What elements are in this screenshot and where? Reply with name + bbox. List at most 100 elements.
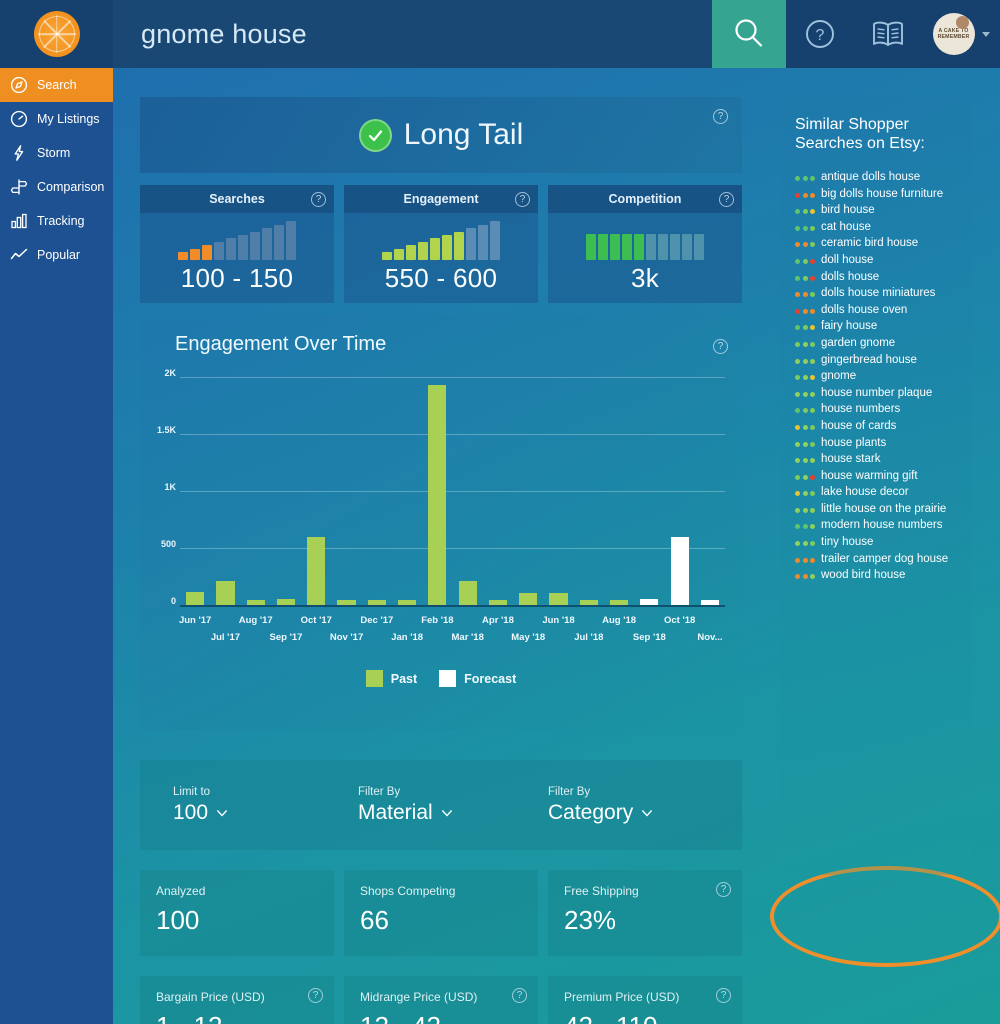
similar-search-item[interactable]: dolls house miniatures [795, 286, 961, 302]
chart-bar-column[interactable] [241, 377, 271, 605]
stat-card: Shops Competing 66 [344, 870, 538, 956]
question-circle-icon[interactable]: ? [515, 192, 530, 207]
score-dots-icon [795, 419, 815, 430]
chart-x-tick-label: Sep '17 [269, 632, 303, 643]
chart-legend-item: Forecast [439, 670, 516, 687]
chevron-down-icon [441, 807, 453, 819]
score-dot [810, 225, 815, 231]
chart-bar-column[interactable] [513, 377, 543, 605]
chart-bar-column[interactable] [453, 377, 483, 605]
chart-bar-column[interactable] [362, 377, 392, 605]
chart-bar-column[interactable] [483, 377, 513, 605]
score-dot [802, 557, 808, 563]
chart-bar-column[interactable] [271, 377, 301, 605]
similar-search-item[interactable]: house stark [795, 452, 961, 468]
help-button[interactable]: ? [786, 0, 854, 68]
similar-search-item[interactable]: dolls house [795, 270, 961, 286]
similar-search-item[interactable]: house numbers [795, 402, 961, 418]
chart-bar-column[interactable] [695, 377, 725, 605]
chart-bar-column[interactable] [634, 377, 664, 605]
sidebar-item-comparison[interactable]: Comparison [0, 170, 113, 204]
chart-bar [549, 593, 568, 605]
similar-search-item[interactable]: lake house decor [795, 485, 961, 501]
similar-search-item[interactable]: gingerbread house [795, 353, 961, 369]
question-circle-icon[interactable]: ? [311, 192, 326, 207]
similar-search-item[interactable]: house of cards [795, 419, 961, 435]
chart-bar-column[interactable] [422, 377, 452, 605]
similar-search-item[interactable]: tiny house [795, 535, 961, 551]
gauge-bar [610, 234, 620, 260]
score-dot [802, 441, 808, 447]
chart-legend-swatch [365, 670, 383, 687]
score-dot [795, 308, 800, 314]
question-circle-icon[interactable]: ? [308, 988, 323, 1003]
similar-search-item[interactable]: trailer camper dog house [795, 552, 961, 568]
similar-search-item[interactable]: modern house numbers [795, 518, 961, 534]
similar-search-item[interactable]: big dolls house furniture [795, 187, 961, 203]
similar-search-label: modern house numbers [821, 519, 943, 532]
score-dot [795, 341, 800, 347]
chart-bar-column[interactable] [574, 377, 604, 605]
filter-dropdown[interactable]: Filter By Category [548, 786, 738, 825]
similar-search-item[interactable]: ceramic bird house [795, 236, 961, 252]
similar-search-item[interactable]: doll house [795, 253, 961, 269]
similar-search-item[interactable]: house warming gift [795, 469, 961, 485]
filter-bar: Limit to 100 Filter By Material Filter By Cat… [140, 760, 742, 850]
page-title: Long Tail [403, 118, 524, 151]
chevron-down-icon [981, 31, 990, 37]
similar-search-item[interactable]: house plants [795, 436, 961, 452]
similar-search-item[interactable]: fairy house [795, 319, 961, 335]
guide-button[interactable] [854, 0, 922, 68]
similar-search-item[interactable]: bird house [795, 203, 961, 219]
similar-search-item[interactable]: dolls house oven [795, 303, 961, 319]
sidebar-item-search[interactable]: Search [0, 68, 113, 102]
question-circle-icon[interactable]: ? [716, 988, 731, 1003]
gauge-bar [466, 228, 476, 260]
search-input[interactable]: gnome house [113, 0, 712, 68]
similar-search-item[interactable]: garden gnome [795, 336, 961, 352]
question-circle-icon[interactable]: ? [719, 192, 734, 207]
question-circle-icon[interactable]: ? [512, 988, 527, 1003]
score-dot [802, 176, 808, 181]
filter-dropdown[interactable]: Limit to 100 [173, 786, 358, 825]
similar-search-item[interactable]: house number plaque [795, 386, 961, 402]
question-circle-icon[interactable]: ? [716, 882, 731, 897]
chart-bar-column[interactable] [301, 377, 331, 605]
chart-x-tick-label: Nov '17 [329, 632, 364, 643]
chart-help-icon[interactable]: ? [713, 339, 728, 354]
metric-cards: Searches? 100 - 150 Engagement? 550 - 600 Co… [140, 185, 742, 303]
sidebar-item-storm[interactable]: Storm [0, 136, 113, 170]
chart-bar-column[interactable] [210, 377, 240, 605]
app-logo[interactable] [0, 0, 113, 68]
banner-help-icon[interactable]: ? [713, 109, 728, 124]
score-dot [802, 524, 808, 530]
search-button[interactable] [712, 0, 786, 68]
gauge-bar [226, 238, 236, 260]
score-dots-icon [795, 518, 815, 530]
chart-bar-column[interactable] [331, 377, 361, 605]
score-dot [795, 408, 800, 414]
chart-bar-column[interactable] [180, 377, 210, 605]
similar-search-item[interactable]: cat house [795, 220, 961, 236]
score-dot [795, 541, 800, 547]
similar-search-item[interactable]: little house on the prairie [795, 502, 961, 518]
sidebar-item-tracking[interactable]: Tracking [0, 204, 113, 238]
sidebar-item-my-listings[interactable]: My Listings [0, 102, 113, 136]
chart-bar-column[interactable] [665, 377, 695, 605]
account-menu[interactable]: A Cake To Remember [922, 0, 1000, 68]
similar-search-label: lake house decor [821, 486, 909, 499]
filter-dropdown[interactable]: Filter By Material [358, 786, 548, 825]
score-dot [795, 391, 800, 397]
similar-searches-panel: Similar Shopper Searches on Etsy: antiqu… [781, 97, 971, 875]
signpost-icon [9, 177, 29, 197]
chart-bar-column[interactable] [392, 377, 422, 605]
similar-search-item[interactable]: antique dolls house [795, 170, 961, 186]
similar-search-item[interactable]: gnome [795, 369, 961, 385]
chart-bar-column[interactable] [604, 377, 634, 605]
gauge-bar [682, 234, 692, 260]
chart-bar-column[interactable] [543, 377, 573, 605]
free-shipping-highlight-ellipse [770, 866, 1000, 967]
sidebar-item-popular[interactable]: Popular [0, 238, 113, 272]
similar-search-item[interactable]: wood bird house [795, 568, 961, 584]
gauge-bar [238, 235, 248, 260]
